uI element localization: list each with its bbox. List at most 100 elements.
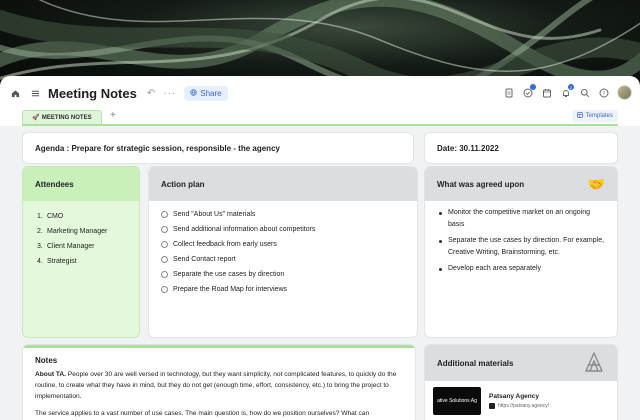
agreed-item: Monitor the competitive market on an ong…	[448, 209, 591, 228]
list-item: 4. Strategist	[37, 254, 139, 269]
task-label: Send additional information about compet…	[173, 226, 316, 233]
list-item: Send "About Us" materials	[161, 207, 417, 222]
hanger-logo-icon	[583, 351, 605, 377]
list-item: Separate the use cases by direction	[161, 267, 417, 282]
list-item: 3. Client Manager	[37, 239, 139, 254]
list-item: Send additional information about compet…	[161, 222, 417, 237]
templates-icon	[576, 112, 583, 120]
list-item: Prepare the Road Map for interviews	[161, 282, 417, 297]
home-icon[interactable]	[8, 86, 22, 100]
tasks-icon[interactable]	[522, 84, 536, 98]
list-item: 2. Marketing Manager	[37, 224, 139, 239]
attendee-name: Client Manager	[47, 243, 95, 250]
list-number: 1.	[37, 213, 43, 220]
bullet-icon	[439, 240, 442, 243]
task-checkbox[interactable]	[161, 256, 168, 263]
task-label: Send "About Us" materials	[173, 211, 256, 218]
page-title: Meeting Notes	[48, 85, 137, 101]
list-item: 1. CMO	[37, 209, 139, 224]
task-checkbox[interactable]	[161, 286, 168, 293]
link-title: Patsany Agency	[489, 393, 539, 400]
tasks-badge	[530, 84, 536, 90]
task-label: Send Contact report	[173, 256, 236, 263]
list-number: 2.	[37, 228, 43, 235]
action-plan-card[interactable]: Action plan Send "About Us" materials Se…	[148, 166, 418, 338]
list-item: Develop each area separately	[439, 263, 607, 275]
list-item: Monitor the competitive market on an ong…	[439, 207, 607, 231]
date-text: Date: 30.11.2022	[437, 143, 499, 153]
document-icon[interactable]	[503, 87, 514, 98]
attendee-name: CMO	[47, 213, 64, 220]
link-url[interactable]: https://patsany.agency/	[498, 403, 549, 409]
toolbar-right: 2 ?	[503, 84, 632, 100]
agenda-card[interactable]: Agenda : Prepare for strategic session, …	[22, 132, 414, 164]
bullet-icon	[439, 212, 442, 215]
agreed-title-text: What was agreed upon	[437, 179, 525, 189]
handshake-icon: 🤝	[587, 176, 605, 192]
link-url-row: https://patsany.agency/	[489, 403, 549, 409]
link-thumbnail: ative Solutions Ag	[433, 387, 481, 415]
task-label: Prepare the Road Map for interviews	[173, 286, 287, 293]
attendee-name: Strategist	[47, 258, 77, 265]
menu-icon[interactable]	[28, 86, 42, 100]
app-window: Meeting Notes ↶ ··· Share 2 ? 🚀 MEETING …	[0, 76, 640, 420]
list-item: Collect feedback from early users	[161, 237, 417, 252]
agreed-item: Separate the use cases by direction. For…	[448, 237, 605, 256]
agreed-list: Monitor the competitive market on an ong…	[425, 201, 617, 275]
templates-button[interactable]: Templates	[571, 110, 618, 122]
agenda-text: Agenda : Prepare for strategic session, …	[35, 143, 280, 153]
materials-title-text: Additional materials	[437, 358, 514, 368]
materials-card[interactable]: Additional materials ative Solutions Ag …	[424, 344, 618, 420]
calendar-icon[interactable]	[541, 87, 552, 98]
globe-icon	[190, 88, 197, 98]
list-item: Separate the use cases by direction. For…	[439, 235, 607, 259]
notes-bold-lead: About TA.	[35, 371, 67, 378]
share-button[interactable]: Share	[184, 85, 228, 101]
list-item: Send Contact report	[161, 252, 417, 267]
action-plan-list: Send "About Us" materials Send additiona…	[149, 201, 417, 297]
link-preview[interactable]: ative Solutions Ag Patsany Agency https:…	[425, 381, 617, 420]
task-checkbox[interactable]	[161, 211, 168, 218]
help-icon[interactable]: ?	[598, 87, 609, 98]
favicon-icon	[489, 403, 495, 409]
notes-title: Notes	[35, 356, 58, 365]
user-avatar[interactable]	[617, 85, 632, 100]
notes-text: The service applies to a vast number of …	[35, 410, 370, 417]
tab-bar: 🚀 MEETING NOTES + Templates	[0, 110, 640, 124]
notes-text: People over 30 are well versed in techno…	[35, 371, 397, 400]
notes-paragraph: The service applies to a vast number of …	[23, 408, 415, 419]
more-options-icon[interactable]: ···	[163, 88, 176, 99]
task-checkbox[interactable]	[161, 271, 168, 278]
board-content: Agenda : Prepare for strategic session, …	[0, 126, 640, 420]
notifications-icon[interactable]: 2	[560, 84, 574, 98]
bullet-icon	[439, 268, 442, 271]
notes-paragraph: About TA. People over 30 are well versed…	[23, 369, 415, 402]
agreed-card[interactable]: What was agreed upon 🤝 Monitor the compe…	[424, 166, 618, 338]
action-plan-title: Action plan	[149, 167, 417, 201]
notification-count: 2	[568, 84, 574, 90]
attendees-title: Attendees	[23, 167, 139, 201]
attendees-card[interactable]: Attendees 1. CMO 2. Marketing Manager 3. Cl…	[22, 166, 140, 338]
search-icon[interactable]	[579, 87, 590, 98]
notes-card[interactable]: Notes About TA. People over 30 are well …	[22, 344, 416, 420]
agreed-title: What was agreed upon 🤝	[425, 167, 617, 201]
attendee-name: Marketing Manager	[47, 228, 108, 235]
agreed-item: Develop each area separately	[448, 265, 542, 272]
svg-text:?: ?	[602, 91, 605, 97]
templates-label: Templates	[585, 113, 613, 119]
tab-label: MEETING NOTES	[41, 114, 92, 121]
list-number: 3.	[37, 243, 43, 250]
task-label: Collect feedback from early users	[173, 241, 277, 248]
share-label: Share	[200, 88, 222, 98]
tab-meeting-notes[interactable]: 🚀 MEETING NOTES	[22, 110, 102, 124]
add-tab-button[interactable]: +	[110, 110, 116, 121]
materials-title: Additional materials	[425, 345, 617, 381]
task-checkbox[interactable]	[161, 226, 168, 233]
attendees-list: 1. CMO 2. Marketing Manager 3. Client Manag…	[23, 201, 139, 269]
top-bar: Meeting Notes ↶ ··· Share 2 ?	[0, 76, 640, 110]
undo-icon[interactable]: ↶	[147, 88, 155, 99]
task-label: Separate the use cases by direction	[173, 271, 285, 278]
date-card[interactable]: Date: 30.11.2022	[424, 132, 618, 164]
task-checkbox[interactable]	[161, 241, 168, 248]
list-number: 4.	[37, 258, 43, 265]
